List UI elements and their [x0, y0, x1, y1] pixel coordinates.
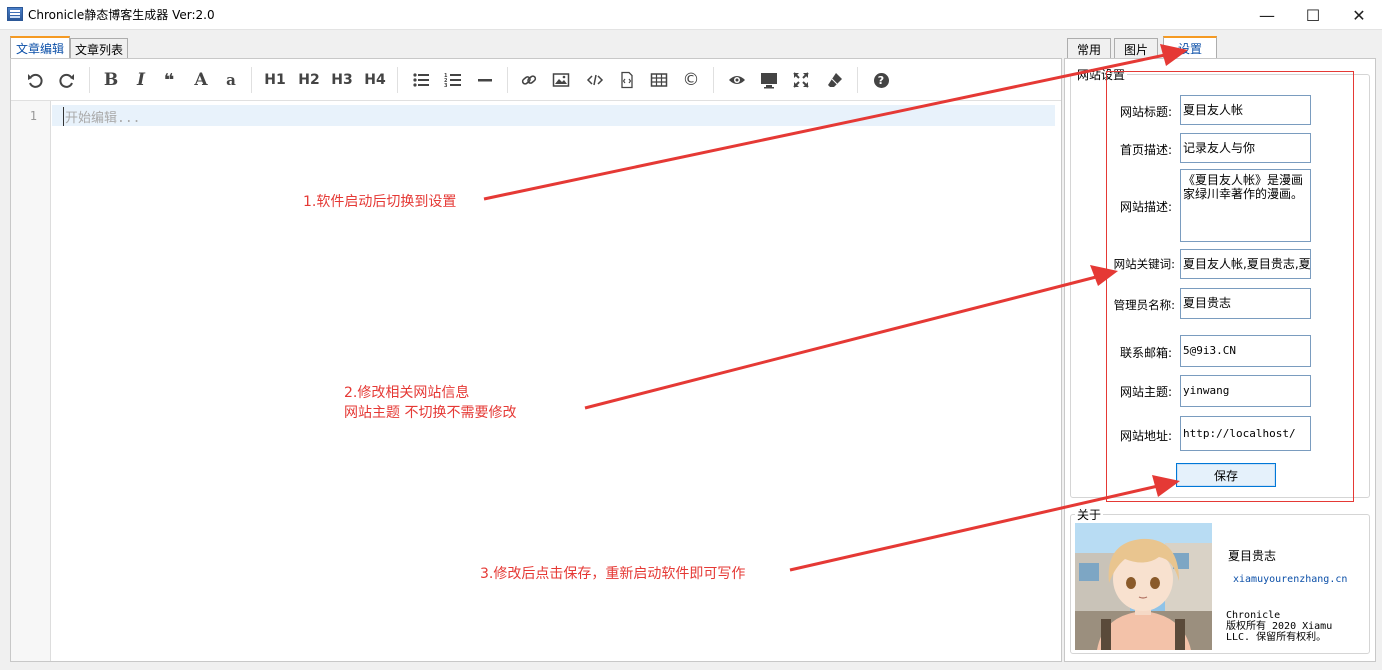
- line-number: 1: [29, 109, 37, 123]
- tab-images[interactable]: 图片: [1114, 38, 1158, 59]
- home-description-input[interactable]: 记录友人与你: [1180, 133, 1311, 163]
- site-theme-label: 网站主题:: [1119, 385, 1172, 399]
- tab-article-list[interactable]: 文章列表: [70, 38, 128, 59]
- horizontal-rule-icon[interactable]: [473, 67, 497, 93]
- anime-character-image: [1075, 523, 1212, 650]
- help-icon[interactable]: ?: [869, 67, 893, 93]
- about-website-link[interactable]: xiamuyourenzhang.cn: [1233, 574, 1347, 585]
- app-icon: [7, 7, 23, 21]
- tab-common[interactable]: 常用: [1067, 38, 1111, 59]
- h2-icon[interactable]: H2: [295, 67, 323, 93]
- home-description-label: 首页描述:: [1119, 143, 1172, 157]
- ordered-list-icon[interactable]: 123: [441, 67, 465, 93]
- toolbar-separator: [857, 67, 858, 93]
- h1-icon[interactable]: H1: [261, 67, 289, 93]
- contact-email-input[interactable]: 5@9i3.CN: [1180, 335, 1311, 367]
- tab-article-edit[interactable]: 文章编辑: [10, 36, 70, 59]
- link-icon[interactable]: [517, 67, 541, 93]
- h4-icon[interactable]: H4: [361, 67, 389, 93]
- about-author-name: 夏目贵志: [1228, 549, 1277, 563]
- annotation-step-2-line-1: 2.修改相关网站信息: [344, 385, 470, 401]
- code-icon[interactable]: [583, 67, 607, 93]
- image-icon[interactable]: [549, 67, 573, 93]
- toolbar-separator: [397, 67, 398, 93]
- site-url-label: 网站地址:: [1119, 429, 1172, 443]
- eraser-icon[interactable]: [823, 67, 847, 93]
- table-icon[interactable]: [647, 67, 671, 93]
- toolbar-separator: [89, 67, 90, 93]
- annotation-step-3: 3.修改后点击保存，重新启动软件即可写作: [480, 566, 746, 582]
- help-glyph: ?: [873, 72, 889, 88]
- title-bar: Chronicle静态博客生成器 Ver:2.0 — ☐ ✕: [0, 0, 1382, 30]
- site-keywords-input[interactable]: 夏目友人帐,夏目贵志,夏: [1180, 249, 1311, 279]
- site-description-label: 网站描述:: [1119, 200, 1172, 214]
- maximize-button[interactable]: ☐: [1290, 0, 1336, 30]
- bold-icon[interactable]: B: [99, 67, 123, 93]
- side-by-side-icon[interactable]: [757, 67, 781, 93]
- site-url-input[interactable]: http://localhost/: [1180, 416, 1311, 451]
- unordered-list-icon[interactable]: [409, 67, 433, 93]
- toolbar-separator: [507, 67, 508, 93]
- preview-icon[interactable]: [725, 67, 749, 93]
- annotation-step-1: 1.软件启动后切换到设置: [303, 194, 457, 210]
- about-title: 关于: [1075, 506, 1104, 523]
- fullscreen-icon[interactable]: [789, 67, 813, 93]
- italic-icon[interactable]: I: [129, 67, 153, 93]
- site-settings-title: 网站设置: [1075, 66, 1128, 83]
- toolbar-separator: [713, 67, 714, 93]
- contact-email-label: 联系邮箱:: [1119, 346, 1172, 360]
- close-button[interactable]: ✕: [1336, 0, 1382, 30]
- about-rights: LLC. 保留所有权利。: [1226, 632, 1327, 643]
- site-title-input[interactable]: 夏目友人帐: [1180, 95, 1311, 125]
- tab-settings[interactable]: 设置: [1163, 36, 1217, 59]
- code-file-icon[interactable]: [615, 67, 639, 93]
- site-title-label: 网站标题:: [1119, 105, 1172, 119]
- admin-name-input[interactable]: 夏目贵志: [1180, 288, 1311, 319]
- site-keywords-label: 网站关键词:: [1113, 257, 1175, 271]
- annotation-step-2-line-2: 网站主题 不切换不需要修改: [344, 405, 517, 421]
- toolbar-separator: [251, 67, 252, 93]
- editor-placeholder[interactable]: 开始编辑...: [63, 107, 140, 126]
- line-number-gutter: 1: [11, 101, 51, 661]
- site-theme-input[interactable]: yinwang: [1180, 375, 1311, 407]
- about-app-name: Chronicle: [1226, 610, 1281, 621]
- copyright-icon[interactable]: ©: [679, 67, 703, 93]
- site-description-textarea[interactable]: 《夏目友人帐》是漫画家绿川幸著作的漫画。: [1180, 169, 1311, 242]
- save-button[interactable]: 保存: [1176, 463, 1276, 487]
- admin-name-label: 管理员名称:: [1113, 298, 1175, 312]
- svg-text:3: 3: [444, 83, 448, 89]
- editor-toolbar: B I ❝ A a H1 H2 H3 H4 123 © ?: [11, 59, 1061, 101]
- heading-smaller-icon[interactable]: a: [219, 67, 243, 93]
- h3-icon[interactable]: H3: [328, 67, 356, 93]
- about-copyright: 版权所有 2020 Xiamu: [1226, 621, 1333, 632]
- redo-icon[interactable]: [55, 67, 79, 93]
- quote-icon[interactable]: ❝: [157, 67, 181, 93]
- heading-icon[interactable]: A: [189, 67, 213, 93]
- window-title: Chronicle静态博客生成器 Ver:2.0: [28, 8, 215, 22]
- minimize-button[interactable]: —: [1244, 0, 1290, 30]
- active-line-highlight: [52, 105, 1055, 126]
- undo-icon[interactable]: [23, 67, 47, 93]
